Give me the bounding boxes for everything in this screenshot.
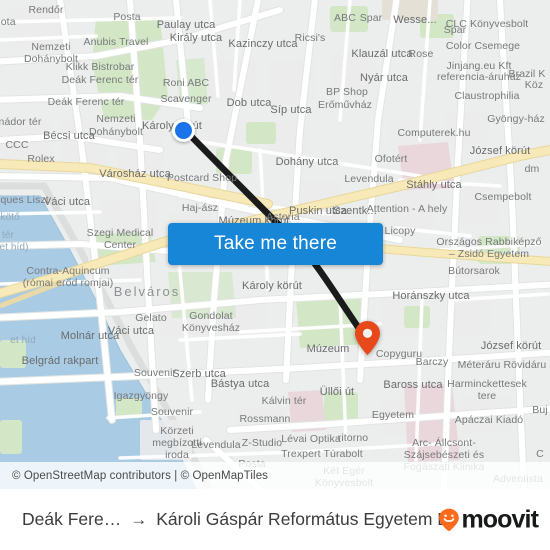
route-destination-label: Károli Gáspár Református Egyetem B…	[156, 509, 452, 529]
map-canvas[interactable]: .rd { stroke:#ffffff; fill:none; stroke-…	[0, 0, 550, 489]
destination-pin-icon[interactable]	[354, 320, 381, 356]
take-me-there-button[interactable]: Take me there	[168, 223, 383, 265]
moovit-wordmark: moovit	[461, 505, 538, 533]
moovit-pin-smile-icon	[439, 508, 460, 532]
arrow-right-icon: →	[130, 510, 148, 529]
footer-bar: Deák Fere… → Károli Gáspár Református Eg…	[0, 489, 550, 550]
route-origin-label: Deák Fere…	[22, 509, 122, 529]
attribution-text: © OpenStreetMap contributors | © OpenMap…	[12, 469, 269, 482]
map-attribution[interactable]: © OpenStreetMap contributors | © OpenMap…	[0, 462, 550, 489]
origin-marker-dot[interactable]	[172, 119, 195, 142]
moovit-map-screen: .rd { stroke:#ffffff; fill:none; stroke-…	[0, 0, 550, 550]
route-summary[interactable]: Deák Fere… → Károli Gáspár Református Eg…	[22, 509, 452, 530]
moovit-logo[interactable]: moovit	[438, 505, 539, 533]
